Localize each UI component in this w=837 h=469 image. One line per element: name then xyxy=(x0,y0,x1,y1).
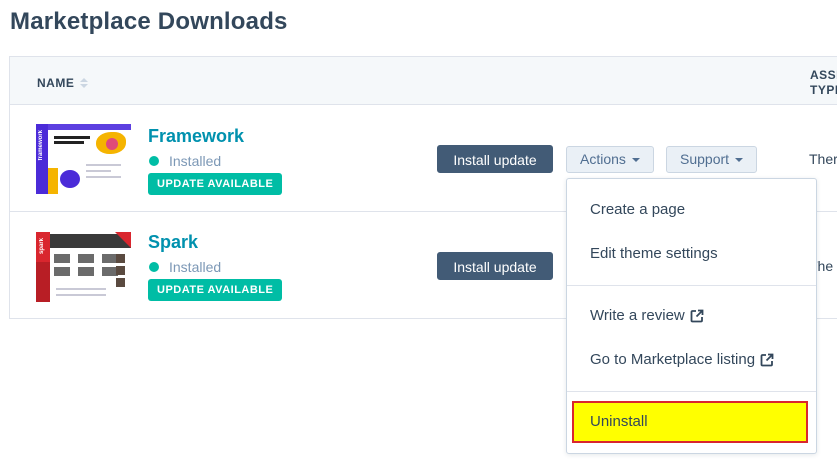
framework-thumbnail[interactable]: framework xyxy=(36,124,131,194)
chevron-down-icon xyxy=(735,157,744,162)
install-status: Installed xyxy=(149,259,221,275)
update-available-badge: UPDATE AVAILABLE xyxy=(148,173,283,195)
update-available-badge: UPDATE AVAILABLE xyxy=(148,279,283,301)
menu-divider xyxy=(567,285,816,286)
menu-item-label: Go to Marketplace listing xyxy=(590,351,756,368)
menu-item-label: Uninstall xyxy=(590,413,648,430)
actions-label: Actions xyxy=(580,151,626,167)
menu-divider xyxy=(567,391,816,392)
actions-dropdown-menu: Create a page Edit theme settings Write … xyxy=(566,178,817,454)
menu-item-uninstall[interactable]: Uninstall xyxy=(572,401,808,443)
menu-item-marketplace-listing[interactable]: Go to Marketplace listing xyxy=(590,351,774,368)
column-header-asset-type-line1: ASSE xyxy=(810,68,837,82)
menu-item-edit-theme-settings[interactable]: Edit theme settings xyxy=(590,245,718,262)
column-header-name[interactable]: NAME xyxy=(37,76,89,90)
menu-item-create-page[interactable]: Create a page xyxy=(590,201,685,218)
menu-item-label: Write a review xyxy=(590,307,685,324)
support-label: Support xyxy=(680,151,730,167)
table-header: NAME ASSE TYPE xyxy=(10,57,837,105)
install-update-button[interactable]: Install update xyxy=(437,145,553,173)
sort-icon[interactable] xyxy=(80,78,89,88)
status-dot-icon xyxy=(149,262,159,272)
column-header-name-label: NAME xyxy=(37,76,75,90)
install-status-label: Installed xyxy=(169,259,222,275)
external-link-icon xyxy=(690,309,704,322)
menu-item-label: Create a page xyxy=(590,201,686,218)
menu-item-label: Edit theme settings xyxy=(590,245,718,262)
item-name-link[interactable]: Spark xyxy=(148,232,198,253)
actions-dropdown-button[interactable]: Actions xyxy=(566,146,654,173)
install-update-button[interactable]: Install update xyxy=(437,252,553,280)
spark-thumbnail-label: spark xyxy=(39,238,45,255)
status-dot-icon xyxy=(149,156,159,166)
install-status: Installed xyxy=(149,153,221,169)
support-dropdown-button[interactable]: Support xyxy=(666,146,758,173)
framework-thumbnail-label: framework xyxy=(38,130,44,161)
spark-thumbnail[interactable]: spark xyxy=(36,232,131,302)
chevron-down-icon xyxy=(631,157,640,162)
asset-type-cell: Ther xyxy=(809,151,837,167)
install-status-label: Installed xyxy=(169,153,222,169)
item-name-link[interactable]: Framework xyxy=(148,126,244,147)
page-title: Marketplace Downloads xyxy=(10,8,288,35)
column-header-asset-type-line2: TYPE xyxy=(810,83,837,97)
external-link-icon xyxy=(760,353,774,366)
menu-item-write-review[interactable]: Write a review xyxy=(590,307,704,324)
column-header-asset-type[interactable]: ASSE TYPE xyxy=(810,68,837,98)
